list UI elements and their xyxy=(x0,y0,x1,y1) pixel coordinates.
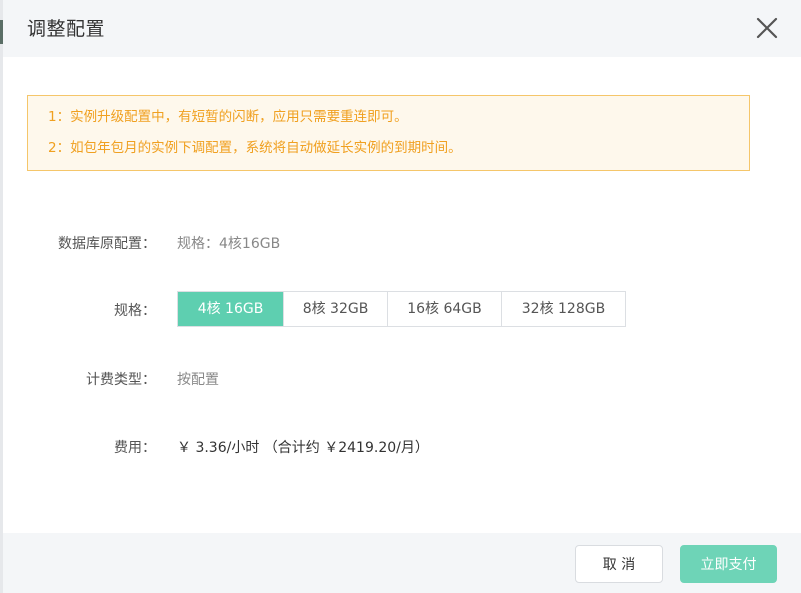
spec-selector: 4核 16GB 8核 32GB 16核 64GB 32核 128GB xyxy=(177,291,626,327)
billing-type-label: 计费类型： xyxy=(86,372,156,388)
spec-option-8c32g[interactable]: 8核 32GB xyxy=(284,292,388,326)
notice-line-downgrade: 2：如包年包月的实例下调配置，系统将自动做延长实例的到期时间。 xyxy=(48,140,462,156)
fee-value: ￥ 3.36/小时 （合计约 ￥2419.20/月） xyxy=(177,440,429,456)
fee-label: 费用： xyxy=(114,440,156,456)
billing-type-value: 按配置 xyxy=(177,372,219,388)
spec-option-16c64g[interactable]: 16核 64GB xyxy=(388,292,502,326)
spec-label: 规格： xyxy=(114,303,156,319)
spec-option-4c16g[interactable]: 4核 16GB xyxy=(178,292,284,326)
dialog-header: 调整配置 xyxy=(3,0,801,57)
close-icon[interactable] xyxy=(755,16,779,40)
background-edge xyxy=(0,0,3,593)
original-config-label: 数据库原配置： xyxy=(58,236,156,252)
notice-box: 1：实例升级配置中，有短暂的闪断，应用只需要重连即可。 2：如包年包月的实例下调… xyxy=(27,95,750,171)
cancel-button[interactable]: 取 消 xyxy=(575,545,663,583)
dialog-title: 调整配置 xyxy=(27,18,106,40)
original-config-value: 规格：4核16GB xyxy=(177,236,281,252)
notice-line-upgrade: 1：实例升级配置中，有短暂的闪断，应用只需要重连即可。 xyxy=(48,109,408,125)
spec-option-32c128g[interactable]: 32核 128GB xyxy=(502,292,625,326)
pay-now-button[interactable]: 立即支付 xyxy=(680,545,777,583)
